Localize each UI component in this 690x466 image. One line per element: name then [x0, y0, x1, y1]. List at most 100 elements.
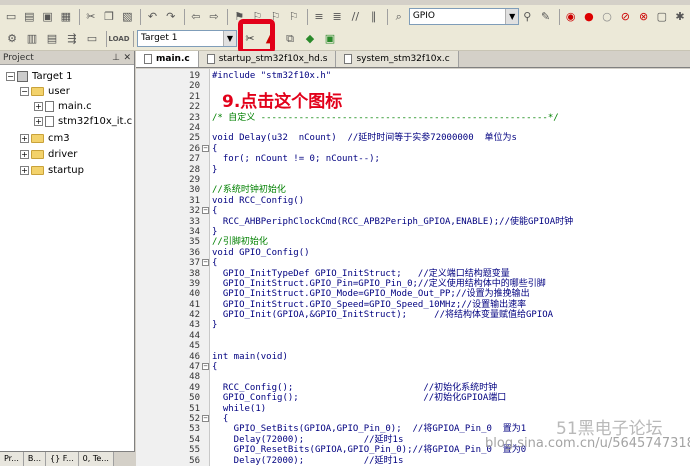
line-number: 49 [189, 382, 200, 393]
manage-components-icon[interactable]: ⧉ [281, 30, 299, 48]
tree-item[interactable]: + startup [20, 163, 84, 178]
fold-toggle-icon[interactable]: − [202, 415, 209, 423]
code-text: /* 自定义 ---------------------------------… [212, 112, 559, 123]
code-text: GPIO_Config(); //初始化GPIOA端口 [212, 393, 507, 404]
stop-build-icon[interactable]: ▭ [83, 30, 101, 48]
line-number: 43 [189, 320, 200, 331]
debug-session-icon[interactable]: ◉ [563, 8, 579, 26]
code-text: int main(void) [212, 351, 288, 362]
tab-project[interactable]: Pr... [0, 452, 24, 466]
tree-item[interactable]: − user [20, 84, 70, 99]
code-text: GPIO_InitTypeDef GPIO_InitStruct; //定义端口… [212, 268, 510, 279]
line-number: 39 [189, 278, 200, 289]
line-number: 42 [189, 310, 200, 321]
rebuild-icon[interactable]: ▤ [43, 30, 61, 48]
code-line: 46 int main(void) [136, 352, 690, 362]
line-number: 36 [189, 247, 200, 258]
nav-forward-icon[interactable]: ⇨ [206, 8, 222, 26]
collapse-icon[interactable]: − [20, 87, 29, 96]
translate-icon[interactable]: ⚙ [3, 30, 21, 48]
nav-back-icon[interactable]: ⇦ [188, 8, 204, 26]
build-icon[interactable]: ▥ [23, 30, 41, 48]
batch-build-icon[interactable]: ⇶ [63, 30, 81, 48]
paste-icon[interactable]: ▧ [119, 8, 135, 26]
code-line: 42 GPIO_Init(GPIOA,&GPIO_InitStruct); //… [136, 310, 690, 320]
tab-label: startup_stm32f10x_hd.s [218, 54, 328, 64]
code-line: 49 RCC_Config(); //初始化系统时钟 [136, 383, 690, 393]
folder-icon [31, 87, 44, 96]
tree-item-label: stm32f10x_it.c [58, 116, 133, 127]
tab-books[interactable]: B... [23, 452, 46, 466]
line-number: 19 [189, 71, 200, 81]
find-icon[interactable]: ⚲ [519, 8, 535, 26]
tab-file[interactable]: main.c [136, 51, 199, 67]
window-icon[interactable]: ▢ [654, 8, 670, 26]
select-packs-icon[interactable]: ◆ [301, 30, 319, 48]
line-number: 51 [189, 403, 200, 414]
fold-toggle-icon[interactable]: − [202, 207, 209, 215]
tree-item[interactable]: + driver [20, 147, 77, 162]
incremental-find-icon[interactable]: ✎ [537, 8, 553, 26]
project-panel-title: Project ⊥ ✕ [0, 51, 134, 65]
open-file-icon[interactable]: ▤ [21, 8, 37, 26]
chevron-down-icon[interactable]: ▼ [505, 9, 519, 24]
find-combo[interactable]: GPIO ▼ [408, 8, 520, 25]
expand-icon[interactable]: + [34, 102, 43, 111]
line-number: 56 [189, 455, 200, 466]
close-icon[interactable]: ✕ [123, 51, 131, 65]
fold-toggle-icon[interactable]: − [202, 363, 209, 371]
save-icon[interactable]: ▣ [39, 8, 55, 26]
comment-icon[interactable]: // [347, 8, 363, 26]
tree-item[interactable]: − Target 1 [6, 69, 72, 84]
code-text: RCC_Config(); //初始化系统时钟 [212, 382, 498, 393]
code-editor[interactable]: 19 #include "stm32f10x.h" 20 21 22 23 /* 自定义 -… [136, 69, 690, 466]
run-time-env-icon[interactable]: ▣ [321, 30, 339, 48]
line-number: 50 [189, 393, 200, 404]
tree-item[interactable]: + stm32f10x_it.c [34, 114, 132, 129]
find-in-files-icon[interactable]: ⌕ [391, 8, 407, 26]
file-icon [45, 101, 54, 112]
config-icon[interactable]: ✱ [672, 8, 688, 26]
fold-toggle-icon[interactable]: − [202, 144, 209, 152]
tab-templates[interactable]: 0, Te... [78, 452, 114, 466]
breakpoint-disable-icon[interactable]: ○ [599, 8, 615, 26]
breakpoint-clear-icon[interactable]: ⊗ [635, 8, 651, 26]
uncomment-icon[interactable]: ∥ [365, 8, 381, 26]
cut-icon[interactable]: ✂ [83, 8, 99, 26]
tab-label: system_stm32f10x.c [356, 54, 450, 64]
tab-file[interactable]: system_stm32f10x.c [336, 51, 459, 67]
tree-item[interactable]: + main.c [34, 99, 92, 114]
unindent-icon[interactable]: ≣ [329, 8, 345, 26]
main-toolbar: ▭ ▤ ▣ ▦ ✂ ❐ ▧ ↶ ↷ ⇦ ⇨ ⚑ ⚐ ⚐ ⚐ ≡ ≣ // ∥ ⌕… [0, 5, 690, 29]
tree-item[interactable]: + cm3 [20, 131, 70, 146]
tab-file[interactable]: startup_stm32f10x_hd.s [198, 51, 337, 67]
download-icon[interactable]: LOAD [108, 30, 129, 48]
line-number: 53 [189, 424, 200, 435]
collapse-icon[interactable]: − [6, 72, 15, 81]
breakpoint-kill-icon[interactable]: ⊘ [617, 8, 633, 26]
new-file-icon[interactable]: ▭ [3, 8, 19, 26]
code-line: 25 void Delay(u32 nCount) //延时时间等于实参72000… [136, 133, 690, 143]
expand-icon[interactable]: + [34, 117, 43, 126]
undo-icon[interactable]: ↶ [144, 8, 160, 26]
redo-icon[interactable]: ↷ [163, 8, 179, 26]
pin-icon[interactable]: ⊥ [112, 51, 120, 65]
target-select[interactable]: Target 1 ▼ [137, 30, 237, 47]
tab-functions[interactable]: {} F... [46, 452, 79, 466]
line-number: 37 [189, 258, 200, 269]
breakpoint-icon[interactable]: ● [581, 8, 597, 26]
save-all-icon[interactable]: ▦ [58, 8, 74, 26]
code-text: //引脚初始化 [212, 237, 268, 248]
expand-icon[interactable]: + [20, 166, 29, 175]
expand-icon[interactable]: + [20, 150, 29, 159]
copy-icon[interactable]: ❐ [101, 8, 117, 26]
expand-icon[interactable]: + [20, 134, 29, 143]
code-line: 50 GPIO_Config(); //初始化GPIOA端口 [136, 393, 690, 403]
code-line: 31 void RCC_Config() [136, 196, 690, 206]
code-line: 40 GPIO_InitStruct.GPIO_Mode=GPIO_Mode_O… [136, 289, 690, 299]
indent-icon[interactable]: ≡ [311, 8, 327, 26]
code-text: #include "stm32f10x.h" [212, 71, 332, 81]
chevron-down-icon[interactable]: ▼ [223, 31, 236, 46]
fold-toggle-icon[interactable]: − [202, 259, 209, 267]
bookmark-clear-icon[interactable]: ⚐ [286, 8, 302, 26]
